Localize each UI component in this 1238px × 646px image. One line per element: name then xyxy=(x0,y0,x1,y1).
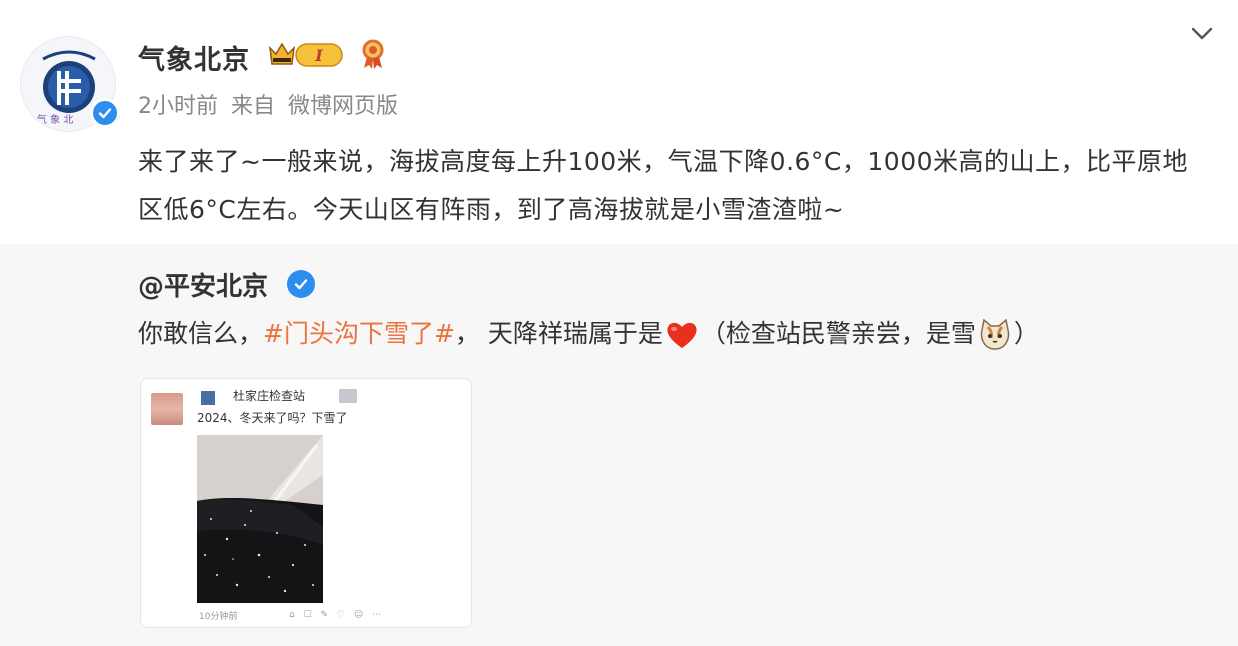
chevron-down-icon[interactable] xyxy=(1188,22,1216,44)
retweet-text-middle: ， 天降祥瑞属于是 xyxy=(454,319,663,348)
image-author: 杜家庄检查站 xyxy=(233,389,306,403)
image-square-icon xyxy=(201,391,215,405)
author-avatar-wrap[interactable]: 气 象 北 xyxy=(14,34,122,134)
weibo-post: 气 象 北 气象北京 I 2小时前 来自 微博网页版 来了来了~一般来说，海拔高… xyxy=(0,0,1238,646)
image-blurred-mark xyxy=(339,389,357,403)
image-caption: 2024、冬天来了吗？下雪了 xyxy=(197,411,348,425)
heart-emoji-icon xyxy=(667,322,697,348)
post-meta: 2小时前 来自 微博网页版 xyxy=(138,88,404,120)
retweet-text-before: 你敢信么， xyxy=(138,319,264,348)
post-text: 来了来了~一般来说，海拔高度每上升100米，气温下降0.6°C，1000米高的山… xyxy=(138,147,1189,224)
retweet-card[interactable]: @平安北京 你敢信么，#门头沟下雪了#， 天降祥瑞属于是 （检查站民警亲尝，是雪 ）… xyxy=(0,244,1238,646)
author-name[interactable]: 气象北京 xyxy=(138,38,250,77)
vip-crown-badge-icon[interactable]: I xyxy=(268,40,344,68)
retweet-text: 你敢信么，#门头沟下雪了#， 天降祥瑞属于是 （检查站民警亲尝，是雪 ） xyxy=(138,312,1039,356)
source-prefix: 来自 xyxy=(231,94,276,119)
svg-text:气 象 北: 气 象 北 xyxy=(37,113,73,126)
snow-photo xyxy=(197,435,323,603)
retweet-image[interactable]: 杜家庄检查站 2024、冬天来了吗？下雪了 10分钟前 ⌂ ☐ ✎ ♡ ☺ ⋯ xyxy=(140,378,472,628)
verified-icon xyxy=(90,98,120,128)
svg-text:I: I xyxy=(314,46,323,65)
medal-icon[interactable] xyxy=(358,38,388,70)
retweet-text-after: （检查站民警亲尝，是雪 xyxy=(700,319,976,348)
verified-icon xyxy=(287,270,315,298)
post-source[interactable]: 微博网页版 xyxy=(288,94,398,119)
retweet-author-name[interactable]: @平安北京 xyxy=(138,266,268,303)
hashtag-link[interactable]: #门头沟下雪了# xyxy=(263,319,455,348)
image-time: 10分钟前 xyxy=(199,612,238,622)
cat-face-emoji-icon xyxy=(980,318,1010,350)
retweet-text-end: ） xyxy=(1013,319,1039,348)
post-time[interactable]: 2小时前 xyxy=(138,94,218,119)
image-action-icons: ⌂ ☐ ✎ ♡ ☺ ⋯ xyxy=(289,610,385,620)
image-avatar xyxy=(151,393,183,425)
